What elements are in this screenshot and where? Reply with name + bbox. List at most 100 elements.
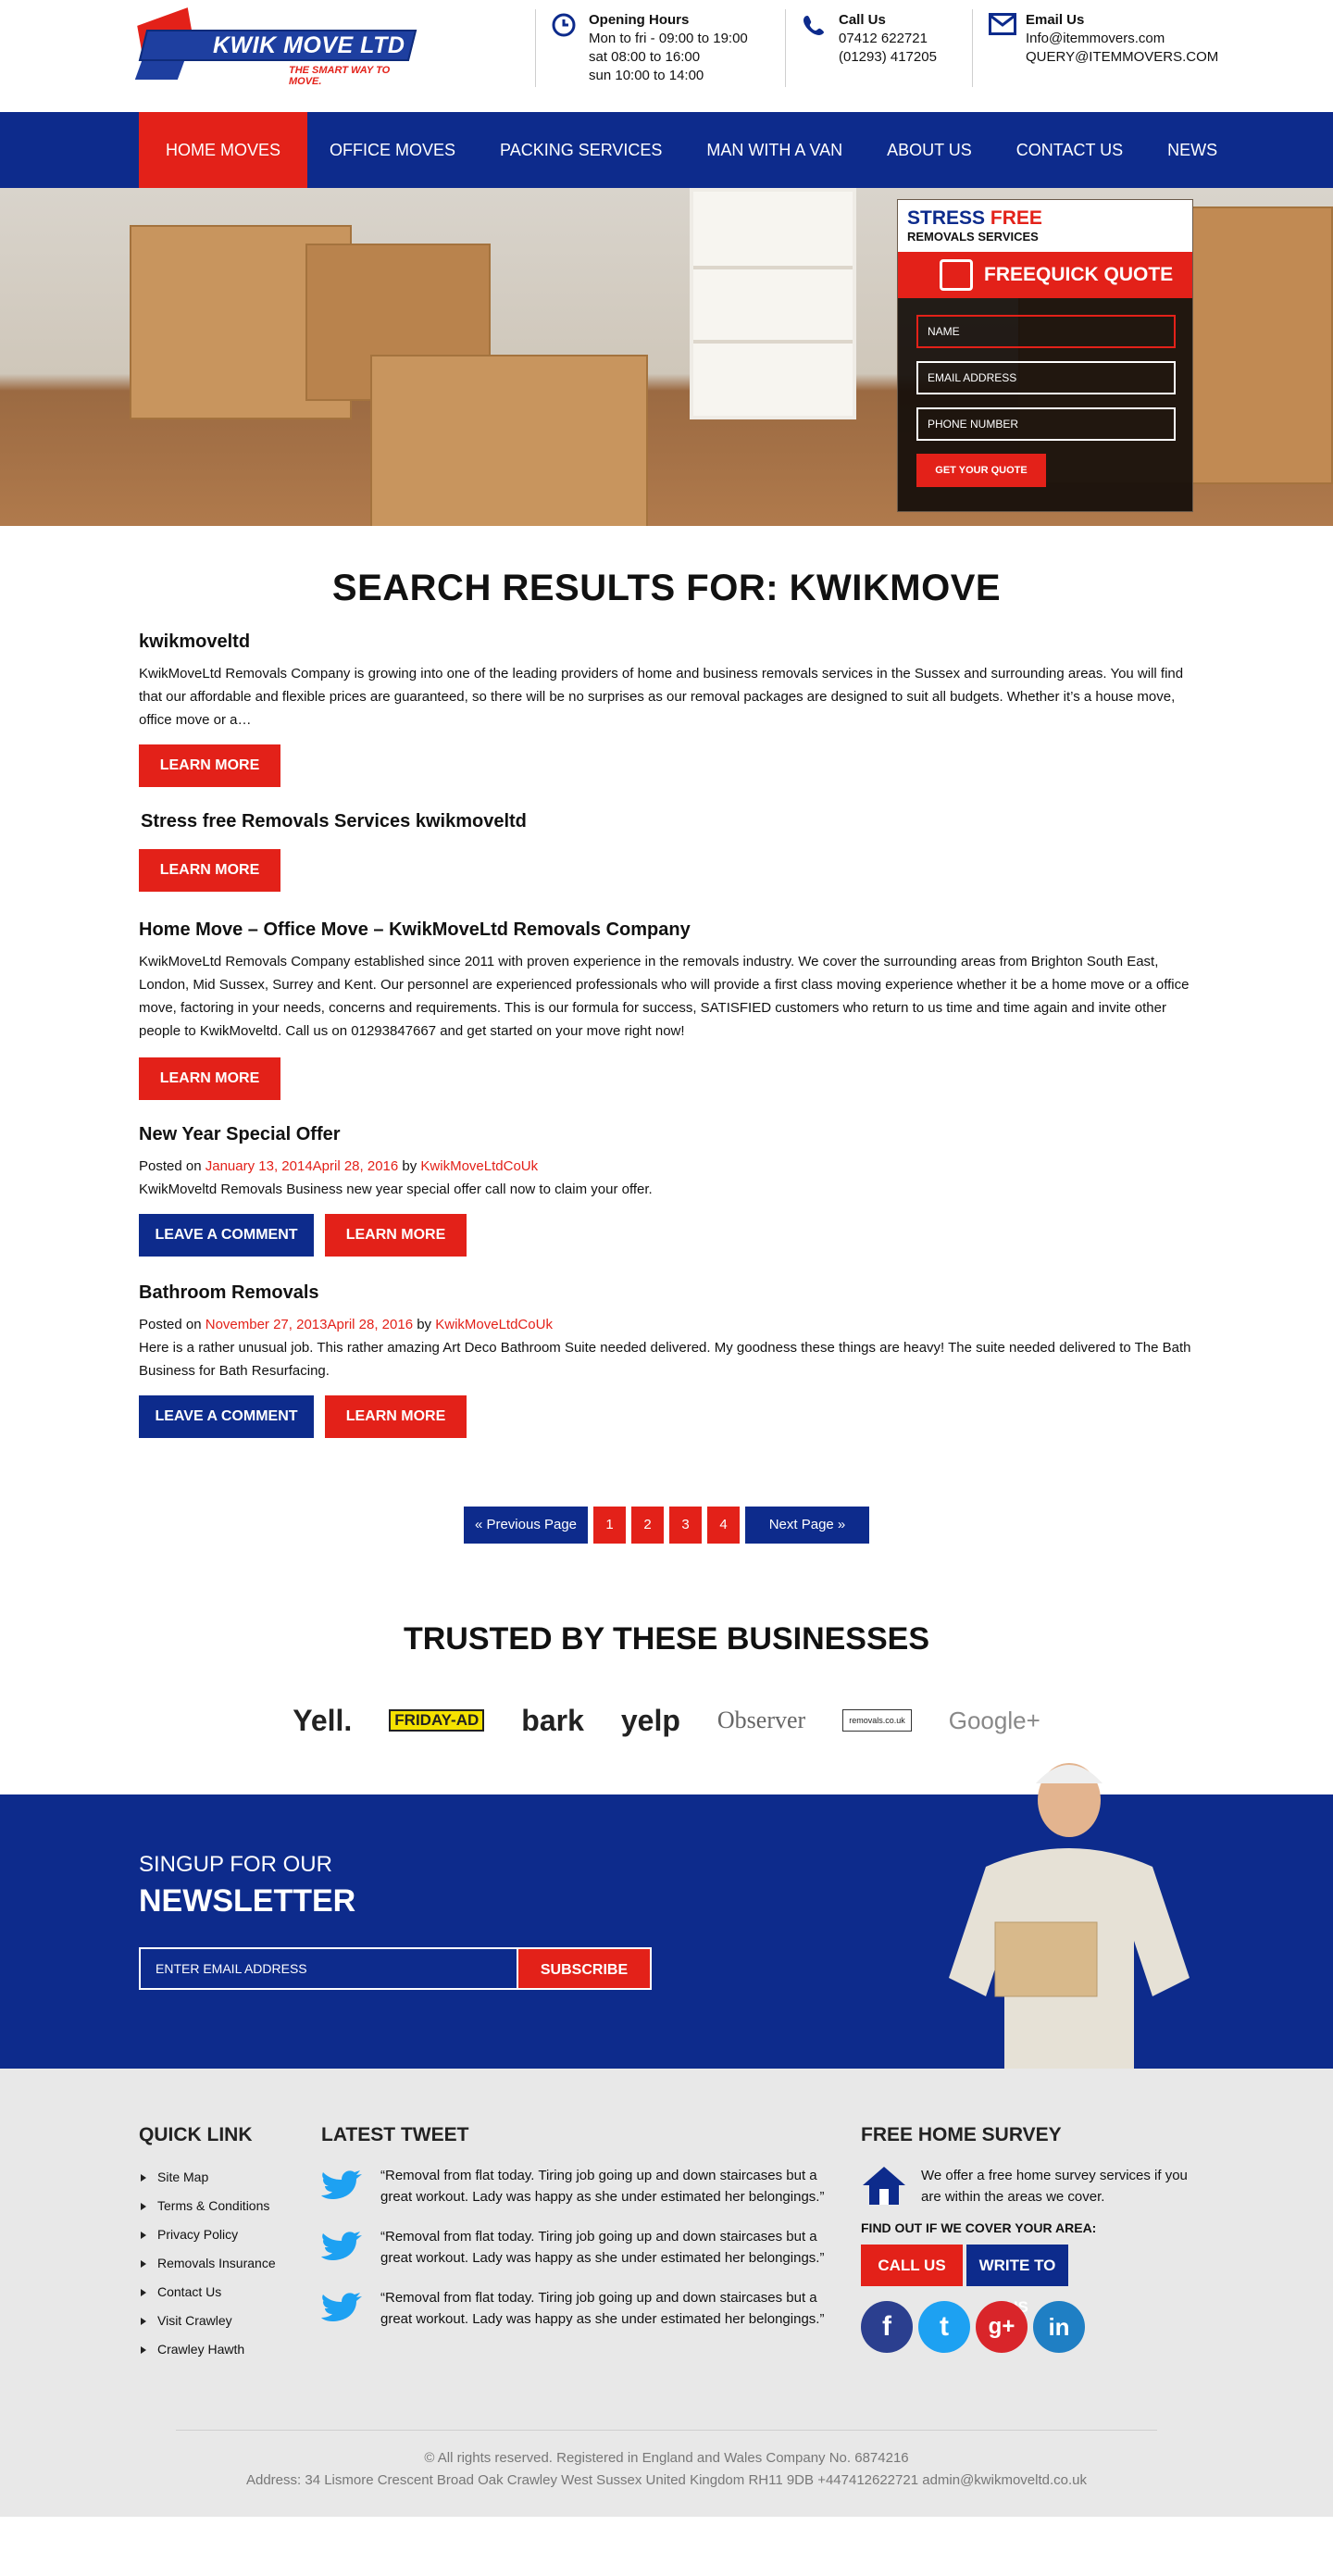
removals-services-label: REMOVALS SERVICES <box>907 230 1039 244</box>
nav-item-man-with-a-van[interactable]: MAN WITH A VAN <box>684 112 865 188</box>
facebook-icon[interactable]: f <box>861 2301 913 2353</box>
result-item: Stress free Removals Services kwikmovelt… <box>139 811 1194 892</box>
phone-number[interactable]: (01293) 417205 <box>839 48 937 67</box>
result-title[interactable]: Bathroom Removals <box>139 1282 1194 1304</box>
nav-item-about-us[interactable]: ABOUT US <box>865 112 994 188</box>
post-author-link[interactable]: KwikMoveLtdCoUk <box>435 1317 553 1332</box>
stress-word: STRESS <box>907 207 986 229</box>
find-area-label: FIND OUT IF WE COVER YOUR AREA: <box>861 2220 1097 2235</box>
footer-link[interactable]: Removals Insurance <box>139 2249 276 2278</box>
subscribe-button[interactable]: SUBSCRIBE <box>517 1947 652 1990</box>
footer-link[interactable]: Visit Crawley <box>139 2307 276 2335</box>
phone-number[interactable]: 07412 622721 <box>839 30 937 48</box>
get-quote-button[interactable]: GET YOUR QUOTE <box>916 454 1046 487</box>
footer-link[interactable]: Crawley Hawth <box>139 2335 276 2364</box>
leave-comment-button[interactable]: LEAVE A COMMENT <box>139 1395 314 1438</box>
trusted-section: TRUSTED BY THESE BUSINESSES Yell. FRIDAY… <box>0 1621 1333 1739</box>
post-author-link[interactable]: KwikMoveLtdCoUk <box>420 1158 538 1174</box>
page-number[interactable]: 4 <box>707 1507 740 1544</box>
leave-comment-button[interactable]: LEAVE A COMMENT <box>139 1214 314 1257</box>
result-excerpt: KwikMoveltd Removals Business new year s… <box>139 1182 653 1197</box>
twitter-icon[interactable]: t <box>918 2301 970 2353</box>
hours-line: sat 08:00 to 16:00 <box>589 49 701 65</box>
header-divider <box>972 9 973 87</box>
post-date-link[interactable]: January 13, 2014April 28, 2016 <box>206 1158 398 1174</box>
footer-link[interactable]: Site Map <box>139 2163 276 2192</box>
email-address[interactable]: QUERY@ITEMMOVERS.COM <box>1026 48 1218 67</box>
survey-text-block: We offer a free home survey services if … <box>861 2165 1194 2207</box>
result-excerpt: KwikMoveLtd Removals Company is growing … <box>139 666 1184 728</box>
email-us: Email Us Info@itemmovers.com QUERY@ITEMM… <box>989 11 1218 67</box>
email-title: Email Us <box>1026 12 1085 28</box>
hours-line: Mon to fri - 09:00 to 19:00 <box>589 31 748 46</box>
header: KWIK MOVE LTD THE SMART WAY TO MOVE. Ope… <box>0 0 1333 112</box>
post-date-link[interactable]: November 27, 2013April 28, 2016 <box>206 1317 413 1332</box>
header-divider <box>785 9 786 87</box>
hero-banner: STRESS FREE REMOVALS SERVICES FREEQUICK … <box>0 188 1333 526</box>
result-item: New Year Special Offer Posted on January… <box>139 1124 1194 1257</box>
newsletter-title: NEWSLETTER <box>139 1883 356 1919</box>
posted-on-label: Posted on <box>139 1158 202 1174</box>
result-item: Bathroom Removals Posted on November 27,… <box>139 1282 1194 1438</box>
tweet-text: “Removal from flat today. Tiring job goi… <box>380 2290 825 2327</box>
logo-name: KWIK MOVE LTD <box>213 32 405 58</box>
nav-item-packing-services[interactable]: PACKING SERVICES <box>478 112 684 188</box>
previous-page-button[interactable]: « Previous Page <box>464 1507 588 1544</box>
google-plus-icon[interactable]: g+ <box>976 2301 1028 2353</box>
twitter-icon <box>321 2293 362 2321</box>
learn-more-button[interactable]: LEARN MORE <box>139 744 280 787</box>
hours-line: sun 10:00 to 14:00 <box>589 68 704 83</box>
learn-more-button[interactable]: LEARN MORE <box>325 1214 467 1257</box>
tweet-item: “Removal from flat today. Tiring job goi… <box>321 2226 830 2269</box>
edit-icon <box>940 259 973 291</box>
footer-link[interactable]: Contact Us <box>139 2278 276 2307</box>
newsletter-email-input[interactable]: ENTER EMAIL ADDRESS <box>139 1947 520 1990</box>
learn-more-button[interactable]: LEARN MORE <box>325 1395 467 1438</box>
delivery-man-image <box>949 1763 1190 2069</box>
write-to-us-button[interactable]: WRITE TO US <box>966 2245 1068 2316</box>
address-line: Address: 34 Lismore Crescent Broad Oak C… <box>245 2472 1088 2488</box>
opening-hours: Opening Hours Mon to fri - 09:00 to 19:0… <box>552 11 748 85</box>
post-meta: Posted on January 13, 2014April 28, 2016… <box>139 1155 1194 1178</box>
result-title[interactable]: New Year Special Offer <box>139 1124 1194 1145</box>
page-number[interactable]: 2 <box>631 1507 664 1544</box>
post-meta: Posted on November 27, 2013April 28, 201… <box>139 1313 1194 1336</box>
main-nav: HOME MOVES OFFICE MOVES PACKING SERVICES… <box>0 112 1333 188</box>
linkedin-icon[interactable]: in <box>1033 2301 1085 2353</box>
footer: QUICK LINK Site Map Terms & Conditions P… <box>0 2069 1333 2517</box>
learn-more-button[interactable]: LEARN MORE <box>139 849 280 892</box>
nav-item-office-moves[interactable]: OFFICE MOVES <box>307 112 478 188</box>
page-title: SEARCH RESULTS FOR: KWIKMOVE <box>331 568 1002 608</box>
free-word: FREE <box>990 207 1042 229</box>
email-input[interactable]: EMAIL ADDRESS <box>916 361 1176 394</box>
result-title[interactable]: Stress free Removals Services kwikmovelt… <box>141 811 1194 832</box>
tweet-text: “Removal from flat today. Tiring job goi… <box>380 2229 825 2266</box>
page-number[interactable]: 1 <box>593 1507 626 1544</box>
hero-shelf <box>690 188 856 419</box>
result-item: kwikmoveltd KwikMoveLtd Removals Company… <box>139 631 1194 787</box>
result-title[interactable]: kwikmoveltd <box>139 631 1194 653</box>
twitter-icon <box>321 2232 362 2260</box>
clock-icon <box>552 13 576 37</box>
nav-item-contact-us[interactable]: CONTACT US <box>994 112 1145 188</box>
learn-more-button[interactable]: LEARN MORE <box>139 1057 280 1100</box>
posted-on-label: Posted on <box>139 1317 202 1332</box>
call-us-button[interactable]: CALL US <box>861 2245 963 2286</box>
page-number[interactable]: 3 <box>669 1507 702 1544</box>
result-title[interactable]: Home Move – Office Move – KwikMoveLtd Re… <box>139 919 1194 941</box>
yelp-logo: yelp <box>620 1703 680 1737</box>
next-page-button[interactable]: Next Page » <box>745 1507 869 1544</box>
site-logo[interactable]: KWIK MOVE LTD THE SMART WAY TO MOVE. <box>134 7 417 87</box>
quote-title-text: FREEQUICK QUOTE <box>984 264 1174 285</box>
nav-item-home-moves[interactable]: HOME MOVES <box>139 112 308 188</box>
bark-logo: bark <box>521 1703 584 1737</box>
email-address[interactable]: Info@itemmovers.com <box>1026 30 1218 48</box>
phone-input[interactable]: PHONE NUMBER <box>916 407 1176 441</box>
by-label: by <box>417 1317 432 1332</box>
footer-link[interactable]: Terms & Conditions <box>139 2192 276 2220</box>
footer-link[interactable]: Privacy Policy <box>139 2220 276 2249</box>
name-input[interactable]: NAME <box>916 315 1176 348</box>
observer-logo: Observer <box>716 1707 806 1733</box>
nav-item-news[interactable]: NEWS <box>1145 112 1240 188</box>
phone-icon <box>804 16 824 35</box>
